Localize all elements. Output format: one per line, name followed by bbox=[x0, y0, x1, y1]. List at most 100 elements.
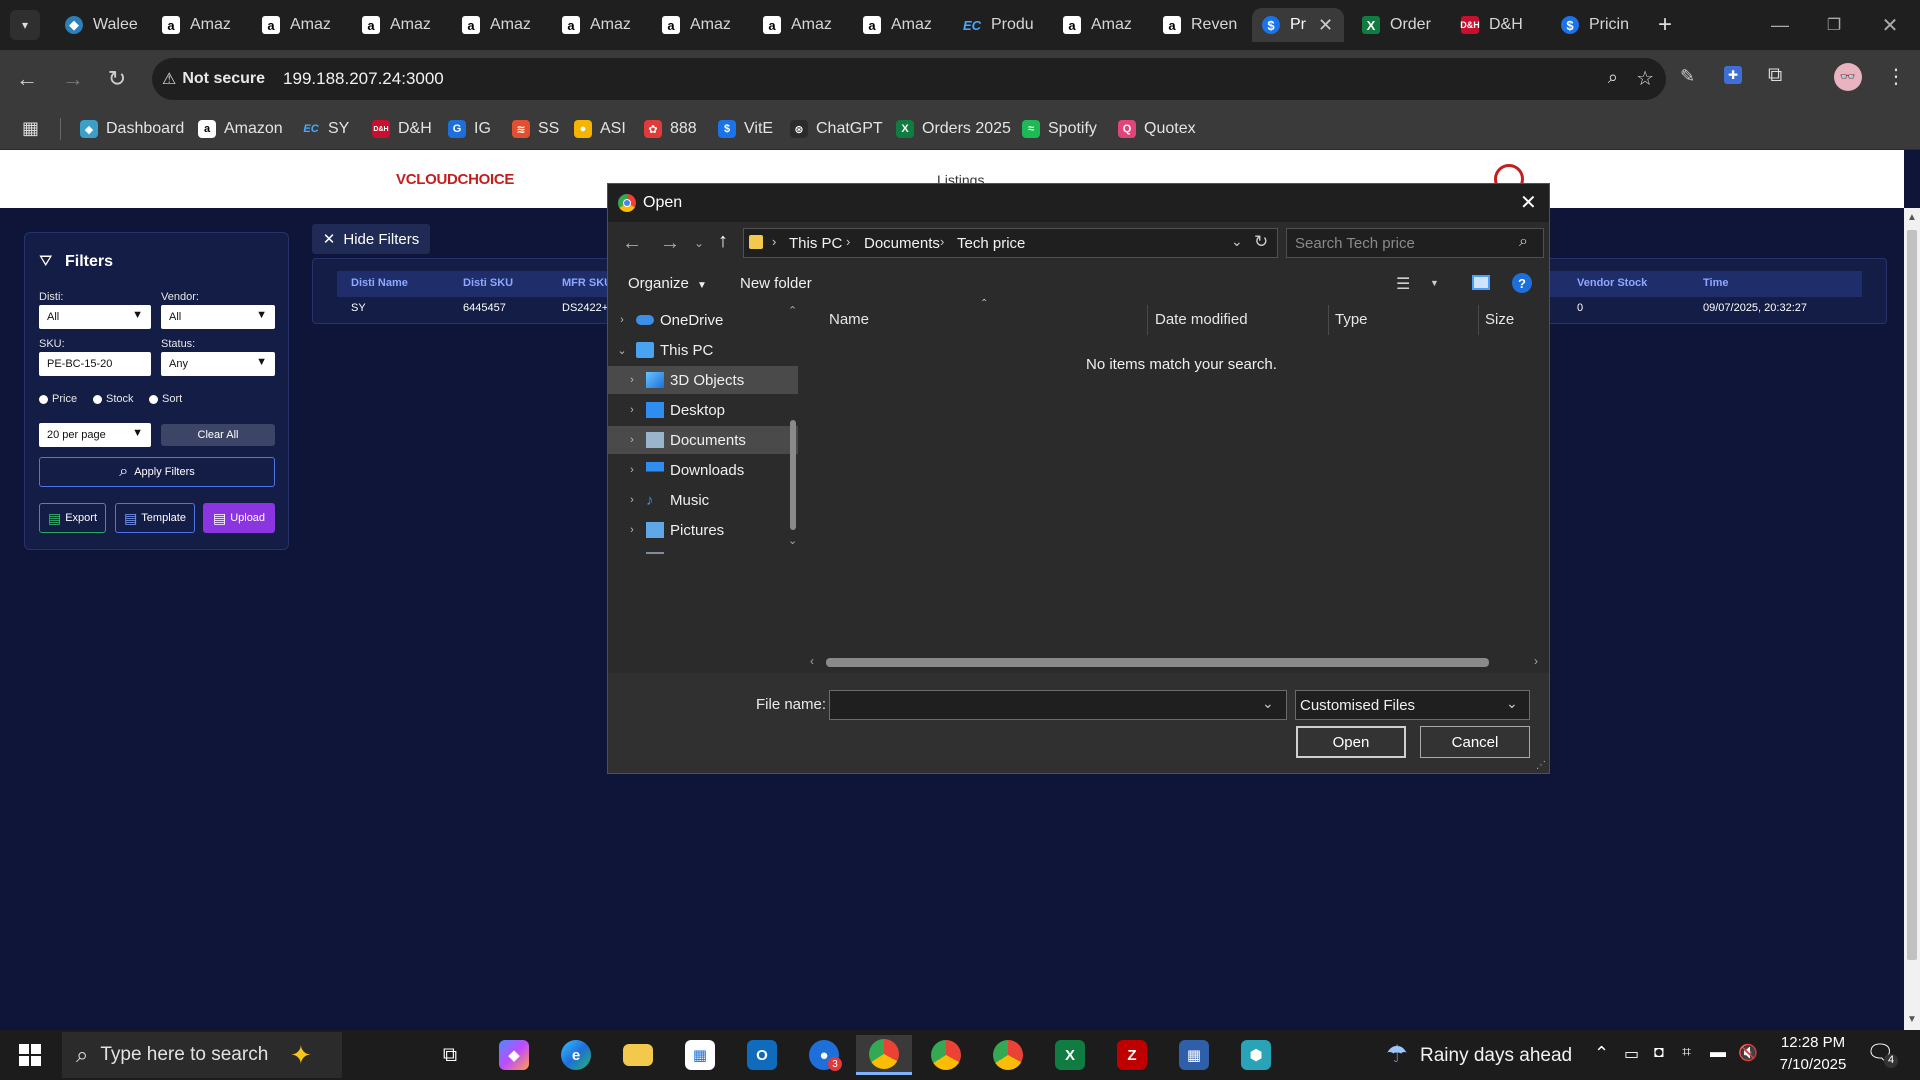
tray-battery-icon[interactable]: ▬ bbox=[1710, 1044, 1726, 1062]
tray-chevron-up-icon[interactable]: ⌃ bbox=[1594, 1043, 1609, 1064]
tree-item[interactable]: › ♪ Music bbox=[608, 486, 798, 514]
minimize-button[interactable]: — bbox=[1760, 8, 1800, 42]
task-view-button[interactable]: ⧉ bbox=[422, 1035, 478, 1075]
taskbar-chrome-active[interactable] bbox=[856, 1035, 912, 1075]
hide-filters-button[interactable]: ✕ Hide Filters bbox=[312, 224, 430, 254]
restore-button[interactable]: ❐ bbox=[1814, 8, 1854, 42]
tray-display-icon[interactable]: ⌗ bbox=[1682, 1044, 1691, 1062]
browser-tab[interactable]: a Reven bbox=[1153, 8, 1248, 42]
taskbar-chrome-3[interactable] bbox=[980, 1035, 1036, 1075]
dialog-back-button[interactable]: ← bbox=[622, 232, 642, 255]
star-icon[interactable]: ☆ bbox=[1636, 66, 1654, 91]
url-text[interactable]: 199.188.207.24:3000 bbox=[283, 69, 444, 89]
recent-locations-chevron-icon[interactable]: ⌄ bbox=[694, 236, 704, 250]
header-disti-name[interactable]: Disti Name bbox=[351, 277, 408, 289]
column-date-modified[interactable]: Date modified bbox=[1155, 311, 1248, 328]
browser-tab[interactable]: a Amaz bbox=[452, 8, 547, 42]
weather-icon[interactable]: ☂ bbox=[1386, 1040, 1408, 1069]
browser-menu-icon[interactable]: ⋮ bbox=[1886, 64, 1906, 89]
forward-button[interactable]: → bbox=[56, 62, 90, 96]
scroll-thumb[interactable] bbox=[1907, 230, 1917, 960]
extensions-puzzle-icon[interactable]: ⧉ bbox=[1768, 64, 1782, 87]
bookmark-item[interactable]: G IG bbox=[448, 116, 491, 142]
browser-tab[interactable]: a Amaz bbox=[1053, 8, 1148, 42]
new-folder-button[interactable]: New folder bbox=[740, 275, 812, 292]
tree-item[interactable]: › Pictures bbox=[608, 516, 798, 544]
tree-item[interactable]: ›Videos bbox=[608, 546, 798, 554]
browser-tab[interactable]: X Order bbox=[1352, 8, 1447, 42]
radio-price[interactable]: Price bbox=[39, 393, 77, 405]
browser-tab[interactable]: a Amaz bbox=[252, 8, 347, 42]
taskbar-outlook[interactable]: O bbox=[734, 1035, 790, 1075]
browser-tab[interactable]: $ Pricin bbox=[1551, 8, 1641, 42]
bookmark-item[interactable]: X Orders 2025 bbox=[896, 116, 1011, 142]
taskbar-store[interactable]: ▦ bbox=[672, 1035, 728, 1075]
per-page-select[interactable]: 20 per page ▼ bbox=[39, 423, 151, 447]
scroll-down-arrow[interactable]: ▼ bbox=[1907, 1014, 1917, 1025]
up-folder-button[interactable]: ↑ bbox=[718, 230, 728, 253]
tree-item[interactable]: ⌄ This PC bbox=[608, 336, 798, 364]
breadcrumb-tech-price[interactable]: Tech price bbox=[957, 235, 1025, 252]
tree-item[interactable]: › Downloads bbox=[608, 456, 798, 484]
view-options-caret-icon[interactable]: ▼ bbox=[1430, 278, 1439, 288]
radio-sort[interactable]: Sort bbox=[149, 393, 182, 405]
tree-item[interactable]: › 3D Objects bbox=[608, 366, 798, 394]
zoom-icon[interactable]: ⌕ bbox=[1608, 67, 1618, 88]
taskbar-filezilla[interactable]: Z bbox=[1104, 1035, 1160, 1075]
back-button[interactable]: ← bbox=[10, 62, 44, 96]
address-dropdown-chevron-icon[interactable]: ⌄ bbox=[1231, 233, 1243, 250]
breadcrumb-documents[interactable]: Documents bbox=[864, 235, 940, 252]
open-button[interactable]: Open bbox=[1296, 726, 1406, 758]
browser-tab[interactable]: ◆ Walee bbox=[55, 8, 145, 42]
clock-time[interactable]: 12:28 PM bbox=[1778, 1034, 1848, 1051]
site-logo[interactable]: VCLOUDCHOICE bbox=[396, 171, 514, 188]
cancel-button[interactable]: Cancel bbox=[1420, 726, 1530, 758]
scroll-left-arrow[interactable]: ‹ bbox=[810, 654, 814, 668]
browser-tab[interactable]: a Amaz bbox=[853, 8, 948, 42]
file-name-input[interactable]: ⌄ bbox=[829, 690, 1287, 720]
bookmark-item[interactable]: EC SY bbox=[302, 116, 349, 142]
chevron-right-icon[interactable]: › bbox=[624, 524, 640, 536]
chevron-right-icon[interactable]: › bbox=[624, 374, 640, 386]
tab-search-button[interactable]: ▾ bbox=[10, 10, 40, 40]
status-select[interactable]: Any ▼ bbox=[161, 352, 275, 376]
scroll-thumb[interactable] bbox=[790, 420, 796, 530]
taskbar-copilot[interactable]: ◆ bbox=[486, 1035, 542, 1075]
bookmark-item[interactable]: ≋ SS bbox=[512, 116, 559, 142]
bookmark-item[interactable]: ◆ Dashboard bbox=[80, 116, 184, 142]
taskbar-calendar[interactable]: ● 3 bbox=[796, 1035, 852, 1075]
breadcrumb-this-pc[interactable]: This PC bbox=[789, 235, 842, 252]
tray-device-icon[interactable]: ▭ bbox=[1624, 1044, 1639, 1064]
clear-all-button[interactable]: Clear All bbox=[161, 424, 275, 446]
start-button[interactable] bbox=[2, 1035, 58, 1075]
dialog-search-input[interactable]: Search Tech price ⌕ bbox=[1286, 228, 1544, 258]
vendor-select[interactable]: All ▼ bbox=[161, 305, 275, 329]
bookmark-item[interactable]: $ VitE bbox=[718, 116, 773, 142]
disti-select[interactable]: All ▼ bbox=[39, 305, 151, 329]
dialog-forward-button[interactable]: → bbox=[660, 232, 680, 255]
file-type-select[interactable]: Customised Files ⌄ bbox=[1295, 690, 1530, 720]
view-list-icon[interactable]: ☰ bbox=[1396, 274, 1410, 294]
tray-mute-icon[interactable]: 🔇 bbox=[1738, 1043, 1758, 1063]
tree-item[interactable]: › Documents bbox=[608, 426, 798, 454]
browser-tab[interactable]: EC Produ bbox=[953, 8, 1048, 42]
browser-tab[interactable]: $ Pr ✕ bbox=[1252, 8, 1344, 42]
scroll-thumb[interactable] bbox=[826, 658, 1489, 667]
browser-tab[interactable]: D&H D&H bbox=[1451, 8, 1546, 42]
column-type[interactable]: Type bbox=[1335, 311, 1368, 328]
column-size[interactable]: Size bbox=[1485, 311, 1514, 328]
radio-stock[interactable]: Stock bbox=[93, 393, 134, 405]
extension-feather-icon[interactable]: ✎ bbox=[1680, 66, 1695, 87]
header-time[interactable]: Time bbox=[1703, 277, 1728, 289]
sku-input[interactable]: PE-BC-15-20 bbox=[39, 352, 151, 376]
bookmark-item[interactable]: ≈ Spotify bbox=[1022, 116, 1097, 142]
organize-menu[interactable]: Organize ▼ bbox=[628, 275, 707, 292]
chevron-right-icon[interactable]: › bbox=[624, 494, 640, 506]
profile-avatar[interactable]: 👓 bbox=[1834, 63, 1862, 91]
browser-tab[interactable]: a Amaz bbox=[552, 8, 647, 42]
chevron-right-icon[interactable]: › bbox=[624, 464, 640, 476]
browser-tab[interactable]: a Amaz bbox=[753, 8, 848, 42]
chevron-down-icon[interactable]: ⌄ bbox=[614, 344, 630, 357]
bookmark-item[interactable]: a Amazon bbox=[198, 116, 283, 142]
dialog-close-button[interactable]: ✕ bbox=[1520, 190, 1537, 215]
